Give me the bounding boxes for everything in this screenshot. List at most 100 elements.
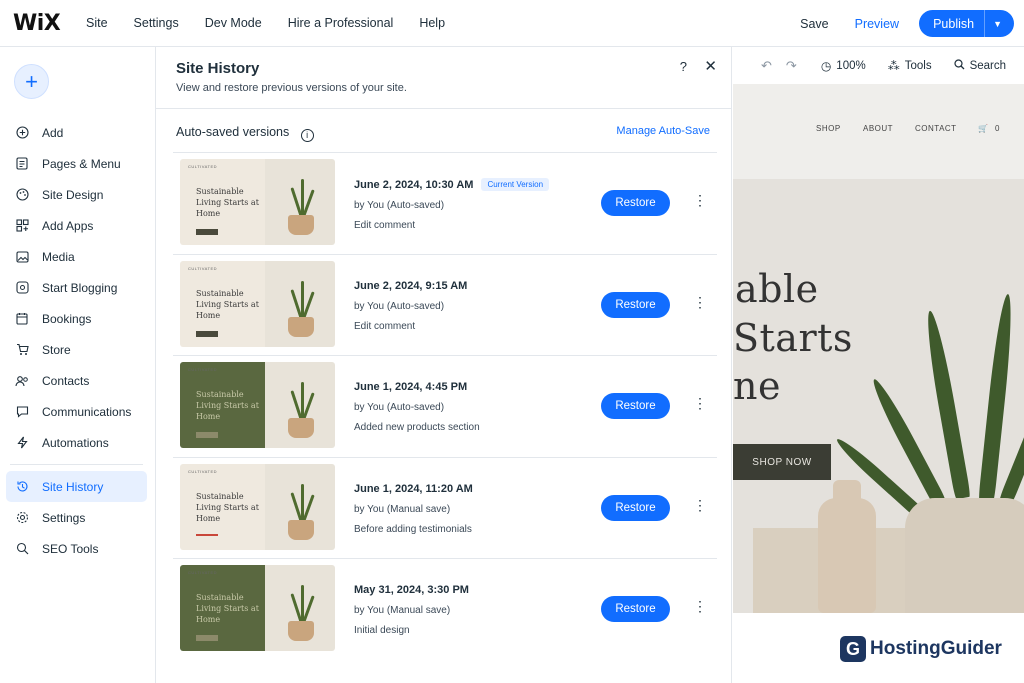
thumb-title: Sustainable Living Starts at Home — [196, 593, 259, 624]
more-options-icon[interactable]: ⋮ — [693, 396, 707, 410]
nav-help[interactable]: Help — [419, 16, 445, 30]
site-nav-contact[interactable]: CONTACT — [915, 124, 957, 133]
nav-hire-professional[interactable]: Hire a Professional — [288, 16, 394, 30]
more-options-icon[interactable]: ⋮ — [693, 498, 707, 512]
search-button[interactable]: Search — [953, 58, 1006, 73]
sidebar-item-label: Contacts — [42, 373, 90, 388]
add-elements-button[interactable]: + — [14, 64, 49, 99]
site-nav-shop[interactable]: SHOP — [816, 124, 841, 133]
help-icon[interactable]: ? — [680, 59, 687, 74]
chevron-down-icon[interactable]: ▼ — [993, 19, 1002, 29]
hero-line-3: ne — [733, 364, 781, 408]
nav-settings[interactable]: Settings — [134, 16, 179, 30]
sidebar-item-label: Site Design — [42, 187, 104, 202]
wix-logo[interactable]: WiX — [13, 11, 73, 36]
sidebar-item-label: SEO Tools — [42, 541, 99, 556]
thumb-brand: CULTIVATED — [188, 468, 218, 474]
undo-icon[interactable]: ↶ — [761, 58, 772, 74]
top-bar: WiX Site Settings Dev Mode Hire a Profes… — [0, 0, 1024, 47]
panel-header: Site History View and restore previous v… — [156, 47, 731, 109]
sidebar-item-label: Communications — [42, 404, 132, 419]
version-comment[interactable]: Edit comment — [354, 321, 467, 332]
version-row[interactable]: CULTIVATED Sustainable Living Starts at H… — [173, 253, 717, 356]
tools-label: Tools — [904, 59, 932, 72]
info-icon[interactable]: i — [300, 129, 314, 142]
restore-button[interactable]: Restore — [601, 494, 670, 521]
manage-auto-save-link[interactable]: Manage Auto-Save — [616, 125, 710, 137]
more-options-icon[interactable]: ⋮ — [693, 599, 707, 613]
preview-button[interactable]: Preview — [855, 17, 899, 31]
cart-icon — [15, 343, 29, 357]
nav-site[interactable]: Site — [86, 16, 108, 30]
version-comment[interactable]: Added new products section — [354, 422, 480, 433]
sidebar-item-store[interactable]: Store — [6, 334, 147, 365]
sidebar-item-site-history[interactable]: Site History — [6, 471, 147, 502]
more-options-icon[interactable]: ⋮ — [693, 193, 707, 207]
sidebar-item-label: Automations — [42, 435, 109, 450]
version-thumbnail[interactable]: CULTIVATED Sustainable Living Starts at H… — [180, 565, 335, 651]
watermark-text: HostingGuider — [870, 638, 1002, 659]
sidebar-item-contacts[interactable]: Contacts — [6, 365, 147, 396]
panel-title: Site History — [176, 60, 260, 77]
version-thumbnail[interactable]: CULTIVATED Sustainable Living Starts at H… — [180, 362, 335, 448]
version-comment[interactable]: Initial design — [354, 625, 469, 636]
version-thumbnail[interactable]: CULTIVATED Sustainable Living Starts at H… — [180, 463, 335, 550]
sidebar-item-add[interactable]: Add — [6, 117, 147, 148]
version-date: June 1, 2024, 4:45 PM — [354, 381, 468, 393]
sidebar-item-pages-menu[interactable]: Pages & Menu — [6, 148, 147, 179]
zoom-control[interactable]: ◷ 100% — [821, 59, 866, 73]
sidebar-item-add-apps[interactable]: Add Apps — [6, 210, 147, 241]
blog-icon — [15, 281, 29, 295]
sidebar-item-label: Bookings — [42, 311, 92, 326]
version-author: by You (Manual save) — [354, 503, 451, 515]
restore-button[interactable]: Restore — [601, 596, 670, 622]
site-nav-about[interactable]: ABOUT — [863, 124, 893, 133]
version-author: by You (Auto-saved) — [354, 402, 445, 413]
tools-button[interactable]: ⁂ Tools — [888, 59, 932, 73]
auto-saved-label: Auto-saved versions — [176, 125, 290, 139]
version-row[interactable]: CULTIVATED Sustainable Living Starts at H… — [173, 355, 717, 457]
version-row[interactable]: CULTIVATED Sustainable Living Starts at H… — [173, 152, 717, 254]
restore-button[interactable]: Restore — [601, 190, 670, 216]
search-icon — [953, 58, 965, 73]
history-icon — [15, 480, 29, 494]
site-canvas[interactable]: SHOP ABOUT CONTACT 🛒 0 able Starts ne SH… — [733, 84, 1024, 613]
version-row[interactable]: CULTIVATED Sustainable Living Starts at H… — [173, 456, 717, 559]
restore-button[interactable]: Restore — [601, 291, 670, 318]
sidebar-item-settings[interactable]: Settings — [6, 502, 147, 533]
sidebar-item-seo-tools[interactable]: SEO Tools — [6, 533, 147, 564]
cart-icon[interactable]: 🛒 — [978, 124, 988, 133]
sidebar-item-bookings[interactable]: Bookings — [6, 303, 147, 334]
redo-icon[interactable]: ↷ — [786, 58, 797, 74]
vase-image — [818, 498, 876, 613]
shop-now-button[interactable]: SHOP NOW — [733, 444, 831, 480]
publish-divider — [984, 10, 986, 37]
version-thumbnail[interactable]: CULTIVATED Sustainable Living Starts at H… — [180, 260, 335, 347]
version-comment[interactable]: Before adding testimonials — [354, 524, 473, 535]
canvas-toolbar: ↶ ↷ ◷ 100% ⁂ Tools Search — [733, 47, 1024, 84]
thumb-brand: CULTIVATED — [188, 164, 218, 169]
hero-line-2: Starts — [733, 316, 853, 360]
nav-dev-mode[interactable]: Dev Mode — [205, 16, 262, 30]
version-comment[interactable]: Edit comment — [354, 220, 549, 231]
version-row[interactable]: CULTIVATED Sustainable Living Starts at H… — [173, 558, 717, 660]
restore-button[interactable]: Restore — [601, 393, 670, 419]
sidebar-item-automations[interactable]: Automations — [6, 427, 147, 458]
sidebar-menu: Add Pages & Menu Site Design Add Apps Me… — [6, 117, 147, 564]
sidebar-item-site-design[interactable]: Site Design — [6, 179, 147, 210]
close-icon[interactable]: ✕ — [704, 57, 717, 75]
cart-count: 0 — [995, 124, 1000, 133]
sidebar-item-start-blogging[interactable]: Start Blogging — [6, 272, 147, 303]
sidebar-item-communications[interactable]: Communications — [6, 396, 147, 427]
gear-icon — [15, 511, 29, 525]
version-thumbnail[interactable]: CULTIVATED Sustainable Living Starts at H… — [180, 159, 335, 245]
contacts-icon — [15, 374, 29, 388]
sidebar-item-media[interactable]: Media — [6, 241, 147, 272]
publish-button[interactable]: Publish ▼ — [919, 10, 1014, 37]
save-button[interactable]: Save — [800, 17, 829, 31]
version-date: June 2, 2024, 10:30 AM — [354, 178, 474, 191]
plant-pot-image — [905, 498, 1024, 613]
zoom-value: 100% — [836, 59, 866, 72]
more-options-icon[interactable]: ⋮ — [693, 295, 707, 309]
watermark-logo-mark: G — [840, 636, 866, 662]
